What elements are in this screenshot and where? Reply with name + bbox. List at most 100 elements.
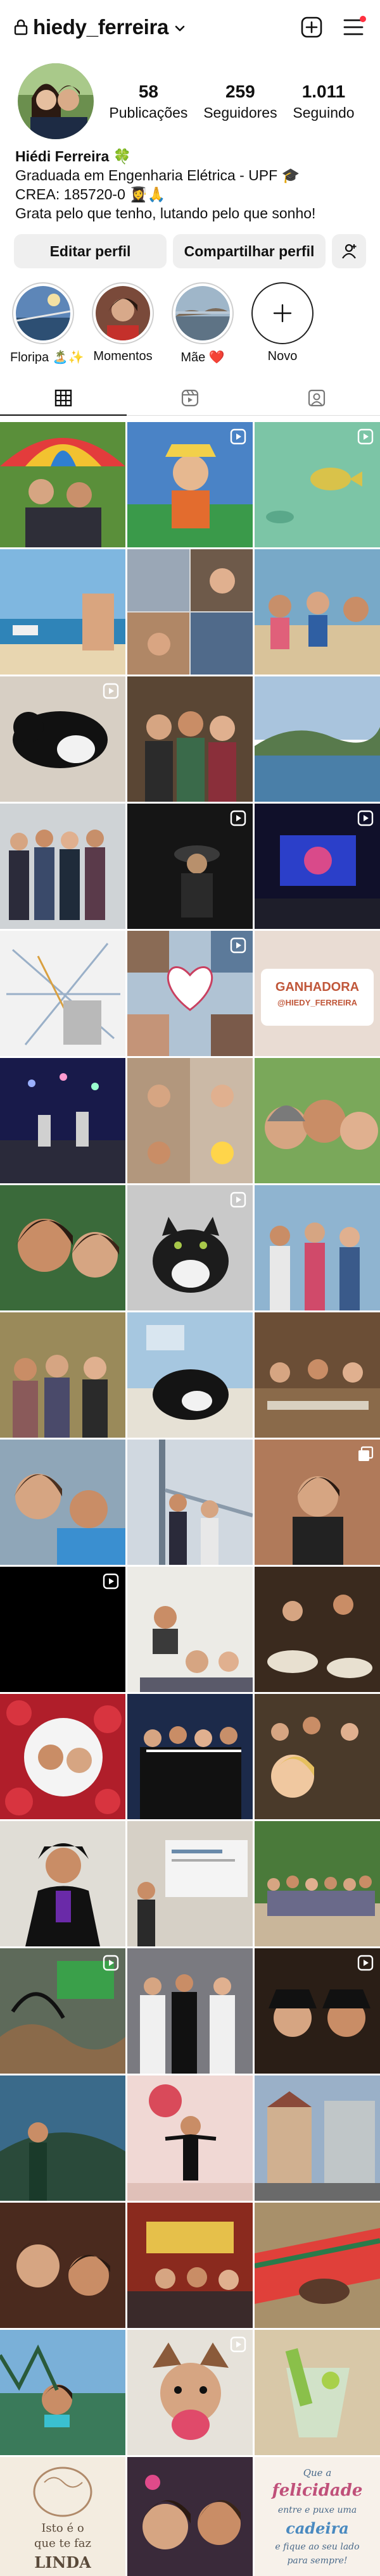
post-tile[interactable] (127, 1948, 253, 2074)
quote-line: cadeira (286, 2519, 349, 2537)
post-tile[interactable] (0, 549, 125, 675)
post-tile[interactable] (255, 676, 380, 802)
tab-posts-grid[interactable] (0, 380, 127, 416)
post-tile[interactable] (127, 1312, 253, 1438)
post-tile[interactable] (0, 676, 125, 802)
share-profile-button[interactable]: Compartilhar perfil (173, 234, 326, 268)
posts-count: 58 (138, 81, 158, 101)
post-tile[interactable] (0, 1567, 125, 1692)
reel-badge-icon (230, 1192, 246, 1208)
reels-icon (181, 389, 199, 406)
reel-badge-icon (103, 683, 119, 699)
following-label: Seguindo (293, 104, 355, 121)
profile-actions: Editar perfil Compartilhar perfil (0, 223, 380, 268)
following-count: 1.011 (301, 81, 346, 101)
post-tile[interactable] (0, 1312, 125, 1438)
profile-avatar[interactable] (18, 63, 94, 139)
reel-badge-icon (230, 2336, 246, 2353)
post-tile[interactable] (0, 1440, 125, 1565)
edit-profile-button[interactable]: Editar perfil (14, 234, 167, 268)
ganhadora-card (261, 969, 374, 1026)
post-tile[interactable] (127, 1821, 253, 1946)
grid-icon (54, 389, 72, 406)
post-tile[interactable] (255, 1312, 380, 1438)
post-tile[interactable] (0, 931, 125, 1056)
post-tile[interactable] (127, 676, 253, 802)
post-tile[interactable] (127, 804, 253, 929)
quote-line: Que a (303, 2467, 332, 2479)
post-tile[interactable] (127, 931, 253, 1056)
post-tile[interactable] (255, 549, 380, 675)
post-tile[interactable] (127, 2330, 253, 2455)
username[interactable]: hiedy_ferreira (33, 15, 168, 39)
highlight-label: Mãe ❤️ (180, 351, 225, 364)
tab-tagged[interactable] (253, 380, 380, 415)
plus-icon (273, 304, 292, 323)
profile-header: 58 Publicações 259 Seguidores 1.011 Segu… (0, 54, 380, 139)
highlight-new[interactable]: Novo (250, 282, 315, 365)
followers-stat[interactable]: 259 Seguidores (203, 82, 277, 121)
post-tile[interactable] (255, 1185, 380, 1310)
highlight-label: Floripa 🏝️✨ (10, 351, 84, 364)
menu-icon[interactable] (341, 15, 366, 40)
post-tile[interactable] (255, 804, 380, 929)
bio: Hiédi Ferreira 🍀 Graduada em Engenharia … (0, 139, 380, 223)
post-tile[interactable] (0, 1058, 125, 1183)
post-tile[interactable] (255, 422, 380, 547)
lock-icon (14, 19, 28, 35)
post-tile[interactable] (255, 1948, 380, 2074)
post-tile[interactable] (127, 2203, 253, 2328)
post-tile[interactable] (127, 1185, 253, 1310)
highlight-floripa[interactable]: Floripa 🏝️✨ (10, 282, 84, 365)
post-tile[interactable] (127, 1694, 253, 1819)
post-tile[interactable] (127, 1567, 253, 1692)
post-tile[interactable]: GANHADORA @HIEDY_FERREIRA (255, 931, 380, 1056)
post-tile[interactable] (0, 1821, 125, 1946)
post-tile[interactable] (0, 422, 125, 547)
post-tile[interactable] (255, 2075, 380, 2201)
bio-line: Grata pelo que tenho, lutando pelo que s… (15, 205, 316, 221)
post-tile[interactable] (0, 2203, 125, 2328)
posts-grid: GANHADORA @HIEDY_FERREIRA Isto é o que t… (0, 422, 380, 2576)
highlight-momentos[interactable]: Momentos (90, 282, 156, 365)
post-tile[interactable] (0, 804, 125, 929)
post-tile[interactable]: Isto é o que te faz LINDA (0, 2457, 125, 2576)
post-tile[interactable] (127, 422, 253, 547)
post-tile[interactable] (0, 2330, 125, 2455)
chevron-down-icon[interactable] (174, 22, 186, 35)
following-stat[interactable]: 1.011 Seguindo (293, 82, 354, 121)
tab-reels[interactable] (127, 380, 253, 415)
post-tile[interactable] (255, 1567, 380, 1692)
tagged-person-icon (308, 389, 326, 406)
post-tile[interactable] (127, 549, 253, 675)
post-tile[interactable] (0, 1185, 125, 1310)
post-tile[interactable] (255, 1694, 380, 1819)
post-tile[interactable] (255, 2330, 380, 2455)
post-tile[interactable] (127, 1058, 253, 1183)
ganhadora-title: GANHADORA (275, 980, 360, 994)
post-tile[interactable] (0, 2075, 125, 2201)
post-tile[interactable] (127, 1440, 253, 1565)
highlight-mae[interactable]: Mãe ❤️ (170, 282, 236, 365)
highlight-label: Momentos (93, 349, 153, 363)
posts-stat[interactable]: 58 Publicações (109, 82, 187, 121)
post-tile[interactable] (0, 1948, 125, 2074)
reel-badge-icon (357, 1955, 374, 1971)
create-post-icon[interactable] (299, 15, 324, 40)
discover-people-button[interactable] (332, 234, 366, 268)
post-tile[interactable] (0, 1694, 125, 1819)
post-tile[interactable] (255, 2203, 380, 2328)
reel-badge-icon (103, 1573, 119, 1590)
post-tile[interactable] (255, 1058, 380, 1183)
top-bar: hiedy_ferreira (0, 0, 380, 54)
quote-line: para sempre! (287, 2556, 348, 2566)
profile-tabs (0, 380, 380, 416)
profile-page: hiedy_ferreira 58 Publicações 259 Seguid… (0, 0, 380, 2576)
quote-line: e fique ao seu lado (275, 2542, 360, 2552)
followers-label: Seguidores (203, 104, 277, 121)
post-tile[interactable] (255, 1440, 380, 1565)
post-tile[interactable] (127, 2075, 253, 2201)
post-tile[interactable] (255, 1821, 380, 1946)
post-tile[interactable] (127, 2457, 253, 2576)
post-tile[interactable]: Que a felicidade entre e puxe uma cadeir… (255, 2457, 380, 2576)
